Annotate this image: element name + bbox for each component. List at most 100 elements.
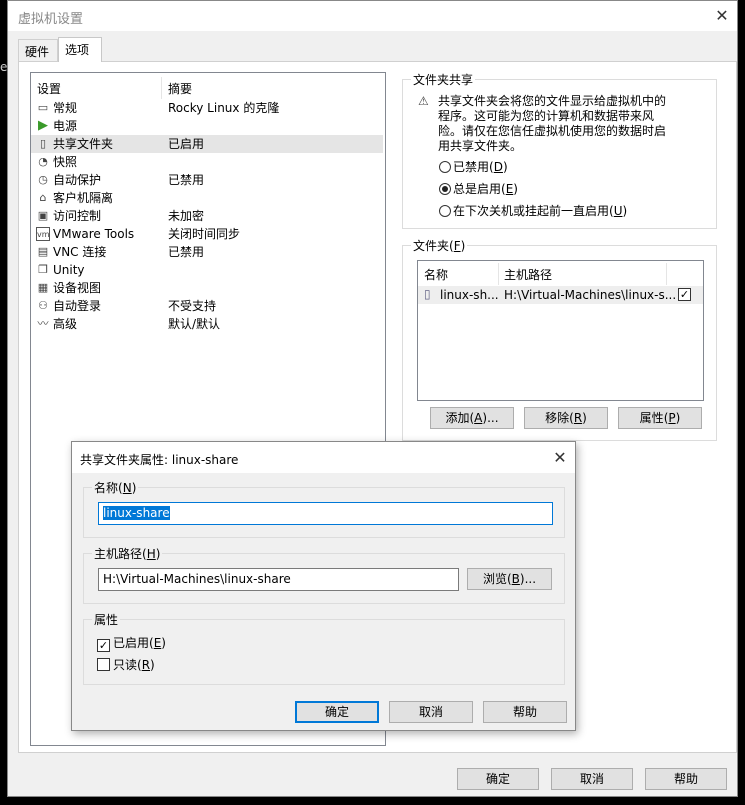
properties-button[interactable]: 属性(P) [618, 407, 702, 429]
radio-icon [439, 183, 451, 195]
dialog-ok-button[interactable]: 确定 [295, 701, 379, 723]
settings-item-7[interactable]: vm VMware Tools 关闭时间同步 [31, 225, 383, 243]
readonly-key: R [141, 658, 151, 672]
attributes-label: 属性 [92, 611, 121, 628]
readonly-label: 只读 [113, 658, 138, 672]
close-icon[interactable]: ✕ [712, 6, 732, 25]
folder-enabled-checkbox[interactable]: ✓ [678, 288, 691, 301]
add-button[interactable]: 添加(A)... [430, 407, 514, 429]
radio-key: D [493, 160, 503, 174]
readonly-checkbox[interactable]: 只读(R) [97, 656, 155, 673]
dialog-title-bar: 共享文件夹属性: linux-share ✕ [72, 442, 575, 473]
snapshot-icon: ◔ [38, 155, 48, 168]
radio-option-1[interactable]: 总是启用(E) [439, 180, 518, 197]
users-icon: ⚇ [38, 299, 48, 312]
column-header-name[interactable]: 名称 [424, 266, 448, 283]
folder-name: linux-sh... [440, 288, 499, 302]
tab-options[interactable]: 选项 [58, 37, 102, 62]
cancel-button[interactable]: 取消 [551, 768, 633, 790]
tab-hardware[interactable]: 硬件 [18, 39, 58, 62]
column-header-path[interactable]: 主机路径 [504, 266, 552, 283]
setting-summary: 默认/默认 [168, 317, 221, 331]
device-view-icon: ▦ [37, 281, 49, 294]
name-label-text: 名称 [94, 481, 119, 495]
settings-item-10[interactable]: ▦ 设备视图 [31, 279, 383, 297]
radio-key: U [613, 204, 623, 218]
dialog-help-button[interactable]: 帮助 [483, 701, 567, 723]
remove-button[interactable]: 移除(R) [524, 407, 608, 429]
folders-title: 文件夹 [413, 239, 450, 253]
advanced-icon: 〰 [37, 317, 49, 330]
folders-key: F [453, 239, 461, 253]
setting-summary: Rocky Linux 的克隆 [168, 101, 280, 115]
name-key: N [122, 481, 132, 495]
setting-label: 电源 [53, 119, 78, 133]
setting-label: Unity [53, 263, 85, 277]
settings-item-9[interactable]: ❐ Unity [31, 261, 383, 279]
setting-label: VNC 连接 [53, 245, 107, 259]
setting-summary: 已启用 [168, 137, 205, 151]
ok-button[interactable]: 确定 [457, 768, 539, 790]
setting-summary: 未加密 [168, 209, 205, 223]
title-bar: 虚拟机设置 ✕ [8, 1, 737, 31]
close-icon[interactable]: ✕ [550, 448, 570, 467]
remove-key: R [573, 411, 583, 425]
folder-path: H:\Virtual-Machines\linux-s... [504, 288, 677, 302]
host-path-label-text: 主机路径 [94, 547, 143, 561]
add-key: A [474, 411, 483, 425]
group-title: 文件夹共享 [411, 71, 476, 88]
setting-label: 高级 [53, 317, 78, 331]
name-label: 名称(N) [92, 479, 139, 496]
settings-item-4[interactable]: ◷ 自动保护 已禁用 [31, 171, 383, 189]
setting-label: 共享文件夹 [53, 137, 114, 151]
radio-icon [439, 205, 451, 217]
folders-table[interactable]: 名称 主机路径 ▯ linux-sh... H:\Virtual-Machine… [417, 260, 704, 401]
radio-option-2[interactable]: 在下次关机或挂起前一直启用(U) [439, 202, 627, 219]
help-button[interactable]: 帮助 [645, 768, 727, 790]
settings-item-8[interactable]: ▤ VNC 连接 已禁用 [31, 243, 383, 261]
checkbox-checked-icon: ✓ [97, 639, 110, 652]
unity-icon: ❐ [38, 263, 48, 276]
vm-icon: vm [36, 227, 50, 241]
lock-icon: ⌂ [39, 191, 47, 204]
browse-button[interactable]: 浏览(B)... [467, 568, 552, 590]
enabled-label: 已启用 [113, 636, 150, 650]
table-row[interactable]: ▯ linux-sh... H:\Virtual-Machines\linux-… [418, 286, 703, 304]
shared-folder-icon: ▯ [39, 137, 47, 150]
name-input[interactable]: linux-share [98, 502, 553, 525]
setting-label: 常规 [53, 101, 78, 115]
host-path-group: 主机路径(H) H:\Virtual-Machines\linux-share … [83, 545, 565, 604]
setting-label: 自动保护 [53, 173, 102, 187]
setting-label: 快照 [53, 155, 78, 169]
folder-sharing-group: 文件夹共享 ⚠ 共享文件夹会将您的文件显示给虚拟机中的程序。这可能为您的计算机和… [402, 71, 717, 229]
settings-item-11[interactable]: ⚇ 自动登录 不受支持 [31, 297, 383, 315]
settings-item-3[interactable]: ◔ 快照 [31, 153, 383, 171]
name-group: 名称(N) linux-share [83, 479, 565, 538]
radio-key: E [505, 182, 514, 196]
folders-group: 文件夹(F) 名称 主机路径 ▯ linux-sh... H:\Virtual-… [402, 237, 717, 441]
settings-item-6[interactable]: ▣ 访问控制 未加密 [31, 207, 383, 225]
setting-label: 自动登录 [53, 299, 102, 313]
settings-item-1[interactable]: ▶ 电源 [31, 117, 383, 135]
column-header-summary[interactable]: 摘要 [168, 79, 192, 99]
settings-item-2[interactable]: ▯ 共享文件夹 已启用 [31, 135, 383, 153]
setting-label: 客户机隔离 [53, 191, 114, 205]
enabled-checkbox[interactable]: ✓ 已启用(E) [97, 634, 166, 652]
radio-icon [439, 161, 451, 173]
host-path-input[interactable]: H:\Virtual-Machines\linux-share [98, 568, 459, 591]
vnc-icon: ▤ [37, 245, 49, 258]
dialog-cancel-button[interactable]: 取消 [389, 701, 473, 723]
properties-key: P [668, 411, 676, 425]
shared-folder-properties-dialog: 共享文件夹属性: linux-share ✕ 名称(N) linux-share… [71, 441, 576, 731]
radio-label: 已禁用 [453, 160, 490, 174]
settings-item-0[interactable]: ▭ 常规 Rocky Linux 的克隆 [31, 99, 383, 117]
radio-option-0[interactable]: 已禁用(D) [439, 158, 508, 175]
group-title: 文件夹(F) [411, 237, 468, 254]
setting-label: 设备视图 [53, 281, 102, 295]
enabled-key: E [153, 636, 162, 650]
name-value: linux-share [103, 506, 170, 520]
monitor-icon: ▭ [37, 101, 49, 114]
settings-item-12[interactable]: 〰高级 默认/默认 [31, 315, 383, 333]
settings-item-5[interactable]: ⌂ 客户机隔离 [31, 189, 383, 207]
column-header-setting[interactable]: 设置 [37, 79, 61, 99]
